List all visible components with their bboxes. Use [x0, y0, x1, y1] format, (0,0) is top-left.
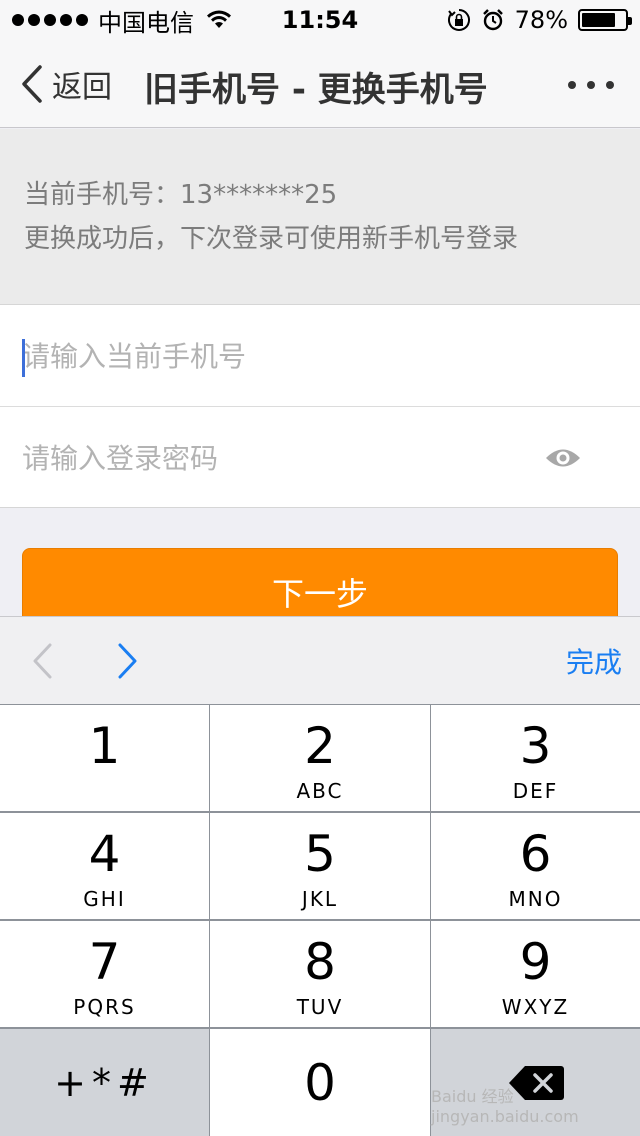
- numeric-keypad: 1 2 ABC 3 DEF 4 GHI 5 JKL 6 MNO 7 PQRS 8…: [0, 704, 640, 1136]
- phone-info-panel: 当前手机号：13*******25 更换成功后，下次登录可使用新手机号登录: [0, 129, 640, 304]
- password-field-row: [0, 407, 640, 509]
- delete-key[interactable]: Baidu 经验 jingyan.baidu.com: [431, 1029, 640, 1136]
- chevron-left-icon: [22, 65, 42, 103]
- key-1[interactable]: 1: [0, 705, 209, 811]
- baidu-watermark: Baidu 经验 jingyan.baidu.com: [431, 1087, 579, 1126]
- back-button[interactable]: 返回: [20, 62, 112, 106]
- password-input[interactable]: [22, 435, 522, 481]
- symbols-label: +*#: [54, 1060, 155, 1105]
- key-0[interactable]: 0: [210, 1029, 430, 1136]
- back-label: 返回: [52, 70, 112, 105]
- rotation-lock-icon: [447, 9, 470, 31]
- wifi-icon: [207, 10, 231, 28]
- key-7[interactable]: 7 PQRS: [0, 921, 209, 1027]
- key-5[interactable]: 5 JKL: [210, 813, 430, 919]
- key-8[interactable]: 8 TUV: [210, 921, 430, 1027]
- more-dots-icon[interactable]: [568, 70, 614, 100]
- current-phone-text: 当前手机号：13*******25: [24, 180, 338, 210]
- change-hint-text: 更换成功后，下次登录可使用新手机号登录: [24, 224, 519, 254]
- alarm-icon: [482, 9, 503, 31]
- status-bar: 中国电信 11:54 78%: [0, 0, 640, 40]
- symbols-key[interactable]: +*#: [0, 1029, 209, 1136]
- battery-percent: 78%: [514, 6, 568, 34]
- key-6[interactable]: 6 MNO: [431, 813, 640, 919]
- done-button[interactable]: 完成: [566, 641, 622, 681]
- keyboard-toolbar: 完成: [0, 616, 640, 704]
- previous-field-arrow-icon[interactable]: [30, 641, 54, 681]
- page-title: 旧手机号 - 更换手机号: [144, 70, 488, 110]
- carrier-name: 中国电信: [98, 8, 194, 37]
- key-3[interactable]: 3 DEF: [431, 705, 640, 811]
- battery-icon: [578, 9, 632, 31]
- key-4[interactable]: 4 GHI: [0, 813, 209, 919]
- key-2[interactable]: 2 ABC: [210, 705, 430, 811]
- next-field-arrow-icon[interactable]: [116, 641, 140, 681]
- signal-strength-icon: [12, 14, 88, 26]
- text-cursor: [22, 339, 25, 377]
- current-phone-input[interactable]: [22, 333, 522, 379]
- key-9[interactable]: 9 WXYZ: [431, 921, 640, 1027]
- verification-form: [0, 304, 640, 508]
- navigation-bar: 返回 旧手机号 - 更换手机号: [0, 40, 640, 128]
- eye-icon[interactable]: [544, 443, 582, 473]
- phone-field-row: [0, 305, 640, 407]
